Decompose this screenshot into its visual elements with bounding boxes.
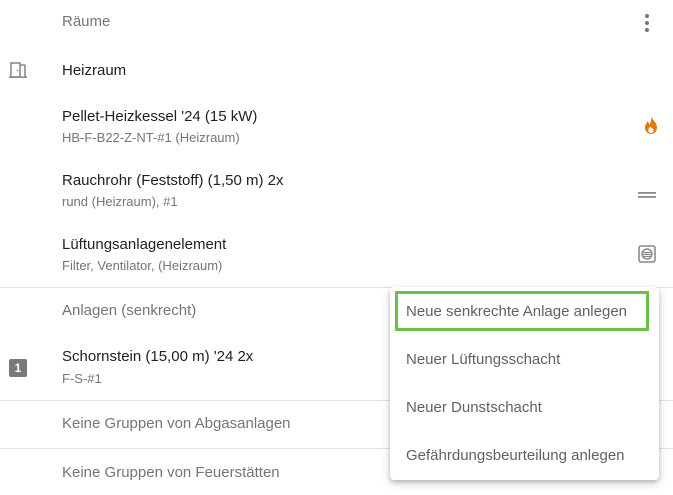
list-item[interactable]: Pellet-Heizkessel '24 (15 kW) HB-F-B22-Z… (0, 100, 673, 150)
item-subtitle: rund (Heizraum), #1 (62, 194, 178, 209)
list-item[interactable]: Rauchrohr (Feststoff) (1,50 m) 2x rund (… (0, 164, 673, 214)
list-item[interactable]: Lüftungsanlagenelement Filter, Ventilato… (0, 228, 673, 278)
empty-fireplace-groups: Keine Gruppen von Feuerstätten (62, 464, 280, 481)
item-title: Rauchrohr (Feststoff) (1,50 m) 2x (62, 172, 284, 189)
flame-icon (643, 115, 659, 140)
menu-item-new-vertical-system[interactable]: Neue senkrechte Anlage anlegen (406, 303, 627, 320)
item-title: Pellet-Heizkessel '24 (15 kW) (62, 108, 258, 125)
menu-item-new-vapor-shaft[interactable]: Neuer Dunstschacht (406, 399, 542, 416)
item-subtitle: Filter, Ventilator, (Heizraum) (62, 258, 223, 273)
menu-item-new-ventilation-shaft[interactable]: Neuer Lüftungsschacht (406, 351, 560, 368)
systems-section-header: Anlagen (senkrecht) (62, 302, 197, 319)
item-title: Lüftungsanlagenelement (62, 236, 227, 253)
item-title: Schornstein (15,00 m) '24 2x (62, 348, 254, 365)
room-row-heizraum[interactable]: Heizraum (0, 50, 673, 92)
ventilation-icon (638, 245, 656, 268)
item-subtitle: F-S-#1 (62, 371, 102, 386)
rooms-section-header: Räume (62, 13, 111, 30)
count-badge: 1 (9, 359, 27, 377)
pipe-icon (638, 186, 656, 204)
room-name: Heizraum (62, 62, 127, 79)
more-vert-icon[interactable] (638, 12, 656, 34)
item-subtitle: HB-F-B22-Z-NT-#1 (Heizraum) (62, 130, 240, 145)
door-icon (9, 61, 27, 84)
menu-item-risk-assessment[interactable]: Gefährdungsbeurteilung anlegen (406, 447, 625, 464)
context-menu: Neue senkrechte Anlage anlegen Neuer Lüf… (390, 287, 659, 480)
empty-exhaust-groups: Keine Gruppen von Abgasanlagen (62, 415, 291, 432)
